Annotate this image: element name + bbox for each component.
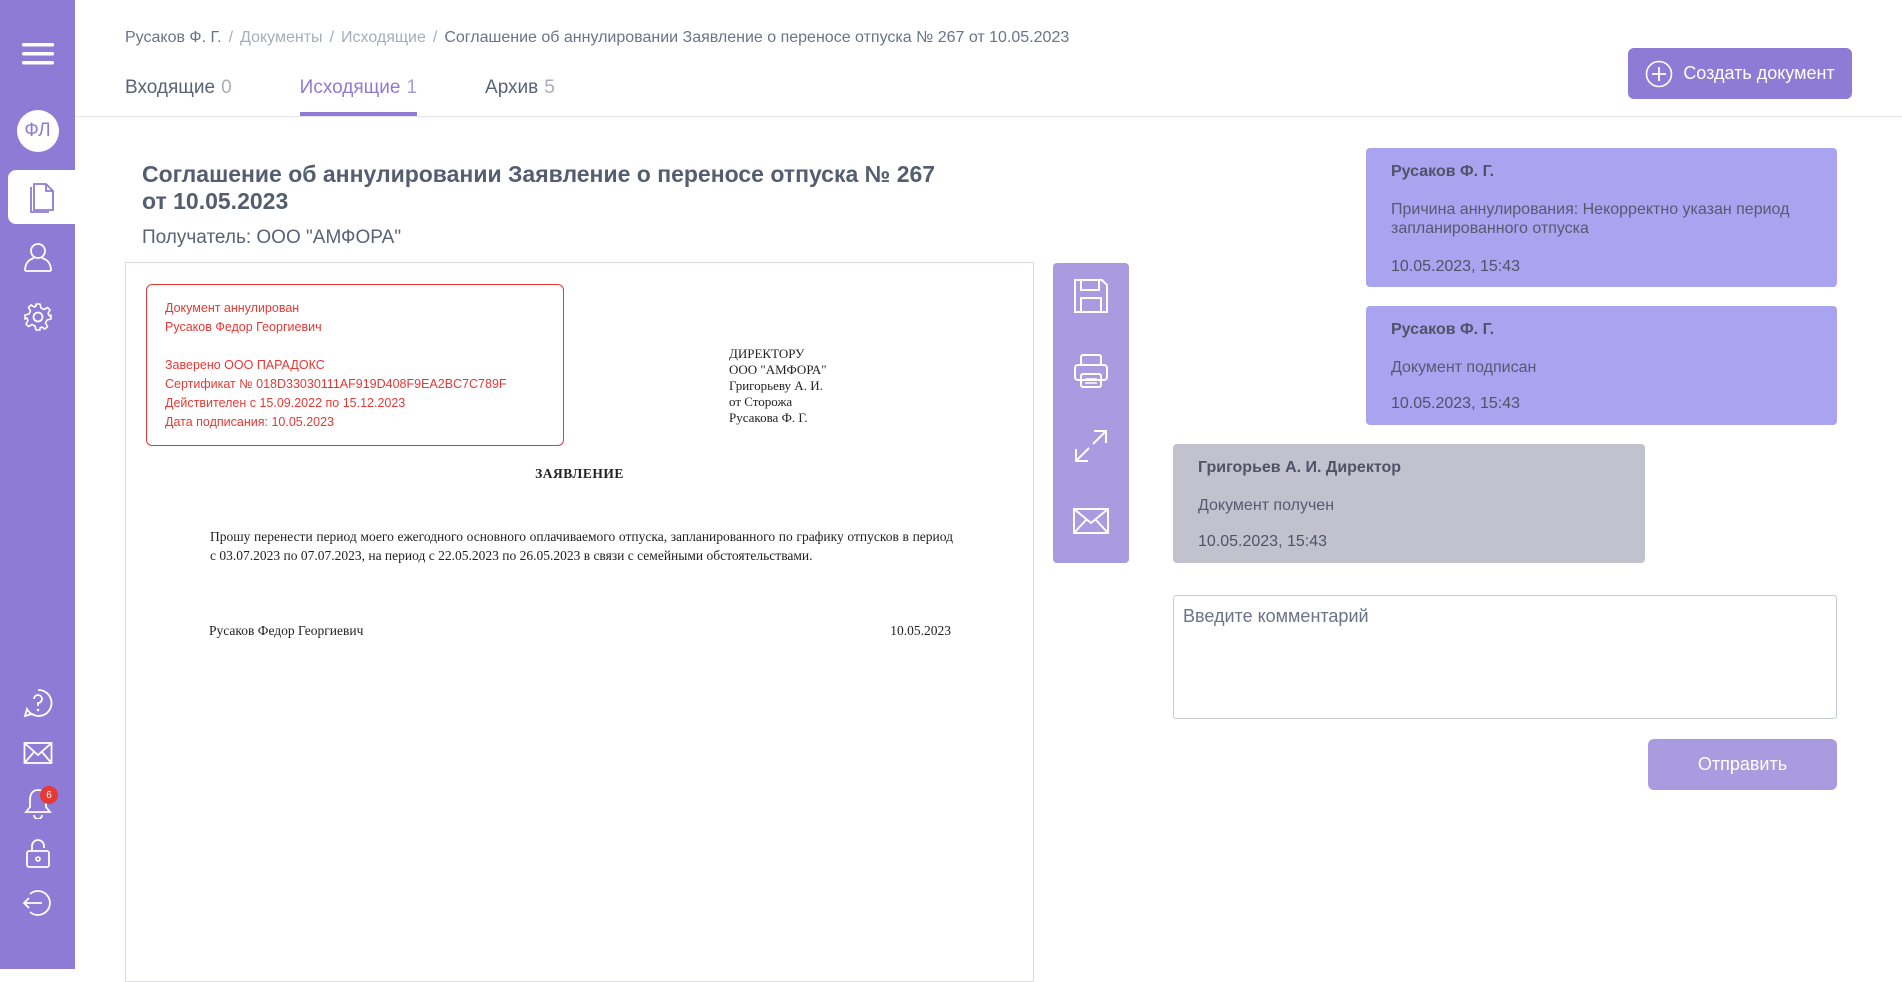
stamp-spacer: [165, 337, 545, 356]
tab-outgoing[interactable]: Исходящие 1: [299, 76, 418, 116]
breadcrumb-user[interactable]: Русаков Ф. Г.: [125, 29, 222, 46]
breadcrumb-separator: /: [228, 29, 234, 46]
avatar-button[interactable]: ФЛ: [0, 106, 75, 156]
document-icon: [29, 183, 54, 213]
tab-label: Исходящие: [299, 77, 401, 98]
nav-settings[interactable]: [0, 292, 75, 342]
message-author: Русаков Ф. Г.: [1391, 163, 1495, 180]
print-icon: [1074, 354, 1108, 388]
expand-button[interactable]: [1053, 416, 1129, 476]
addressee-line: от Сторожа: [729, 394, 793, 409]
message-card: Григорьев А. И. Директор Документ получе…: [1173, 444, 1645, 563]
nav-documents[interactable]: [4, 172, 79, 222]
avatar: ФЛ: [16, 110, 59, 152]
gear-icon: [23, 303, 52, 331]
stamp-line: Действителен с 15.09.2022 по 15.12.2023: [165, 396, 406, 410]
message-author: Русаков Ф. Г.: [1391, 321, 1495, 338]
print-button[interactable]: [1053, 341, 1129, 401]
addressee-line: Русакова Ф. Г.: [729, 410, 808, 425]
help-icon: [23, 689, 52, 718]
nav-lock[interactable]: [0, 830, 75, 876]
stamp-line: Сертификат № 018D33030111AF919D408F9EA2B…: [165, 377, 507, 391]
header-divider: [75, 116, 1902, 117]
breadcrumb-separator: /: [329, 29, 335, 46]
menu-icon: [21, 43, 54, 65]
tab-archive[interactable]: Архив 5: [485, 76, 555, 116]
breadcrumb-outgoing[interactable]: Исходящие: [341, 29, 426, 46]
tab-count: 5: [544, 77, 555, 98]
send-email-button[interactable]: [1053, 491, 1129, 551]
tab-incoming[interactable]: Входящие 0: [125, 76, 232, 116]
tab-count: 1: [406, 77, 418, 98]
stamp-line: Дата подписания: 10.05.2023: [165, 415, 335, 429]
message-time: 10.05.2023, 15:43: [1391, 395, 1521, 412]
tab-label: Архив: [485, 77, 539, 98]
document-body: Прошу перенести период моего ежегодного …: [210, 529, 953, 563]
message-card: Русаков Ф. Г. Документ подписан 10.05.20…: [1366, 306, 1837, 425]
save-button[interactable]: [1053, 266, 1129, 326]
send-button[interactable]: Отправить: [1648, 739, 1837, 790]
nav-messages[interactable]: [0, 730, 75, 776]
document-toolbar: [1053, 263, 1129, 563]
addressee-line: ООО "АМФОРА": [729, 362, 827, 377]
menu-button[interactable]: [0, 34, 75, 74]
breadcrumb-separator: /: [432, 29, 438, 46]
tab-label: Входящие: [125, 77, 216, 98]
document-date: 10.05.2023: [890, 623, 951, 638]
message-time: 10.05.2023, 15:43: [1198, 533, 1328, 550]
expand-icon: [1075, 430, 1107, 462]
stamp-line: Заверено ООО ПАРАДОКС: [165, 358, 325, 372]
lock-icon: [25, 839, 50, 868]
comment-input[interactable]: [1173, 595, 1837, 719]
tab-count: 0: [221, 77, 232, 98]
notifications-badge: 6: [40, 786, 58, 804]
message-text: Причина аннулирования: Некорректно указа…: [1391, 201, 1790, 237]
nav-notifications[interactable]: [0, 780, 75, 826]
user-icon: [23, 243, 52, 272]
tabs: Входящие 0 Исходящие 1 Архив 5: [125, 76, 623, 116]
stamp-line: Документ аннулирован: [165, 301, 300, 315]
nav-help[interactable]: [0, 680, 75, 726]
addressee-line: ДИРЕКТОРУ: [729, 346, 805, 361]
nav-logout[interactable]: [0, 880, 75, 926]
logout-icon: [22, 890, 51, 916]
message-time: 10.05.2023, 15:43: [1391, 258, 1521, 275]
addressee-block: ДИРЕКТОРУ ООО "АМФОРА" Григорьеву А. И. …: [729, 346, 827, 426]
document-recipient: Получатель: ООО "АМФОРА": [142, 227, 402, 248]
create-document-button[interactable]: Создать документ: [1628, 48, 1852, 99]
nav-users[interactable]: [0, 232, 75, 282]
message-card: Русаков Ф. Г. Причина аннулирования: Нек…: [1366, 148, 1837, 287]
envelope-icon: [1073, 508, 1109, 534]
message-author: Григорьев А. И. Директор: [1198, 459, 1402, 476]
create-document-label: Создать документ: [1683, 63, 1835, 83]
breadcrumb: Русаков Ф. Г. / Документы / Исходящие / Соглаш…: [125, 29, 1069, 47]
document-signer: Русаков Федор Георгиевич: [209, 623, 364, 638]
stamp-line: Русаков Федор Георгиевич: [165, 320, 322, 334]
breadcrumb-current: Соглашение об аннулировании Заявление о …: [444, 29, 1070, 46]
save-icon: [1074, 279, 1108, 313]
page-title: Соглашение об аннулировании Заявление о …: [142, 161, 936, 214]
plus-circle-icon: [1646, 60, 1673, 87]
addressee-line: Григорьеву А. И.: [729, 378, 823, 393]
mail-icon: [23, 742, 52, 764]
breadcrumb-documents[interactable]: Документы: [240, 29, 322, 46]
message-text: Документ подписан: [1391, 359, 1537, 376]
message-text: Документ получен: [1198, 497, 1335, 514]
sidebar: ФЛ 6: [0, 0, 75, 969]
signature-stamp: Документ аннулирован Русаков Федор Георг…: [146, 284, 564, 446]
document-heading: ЗАЯВЛЕНИЕ: [535, 466, 624, 481]
document-preview: Документ аннулирован Русаков Федор Георг…: [125, 262, 1034, 982]
